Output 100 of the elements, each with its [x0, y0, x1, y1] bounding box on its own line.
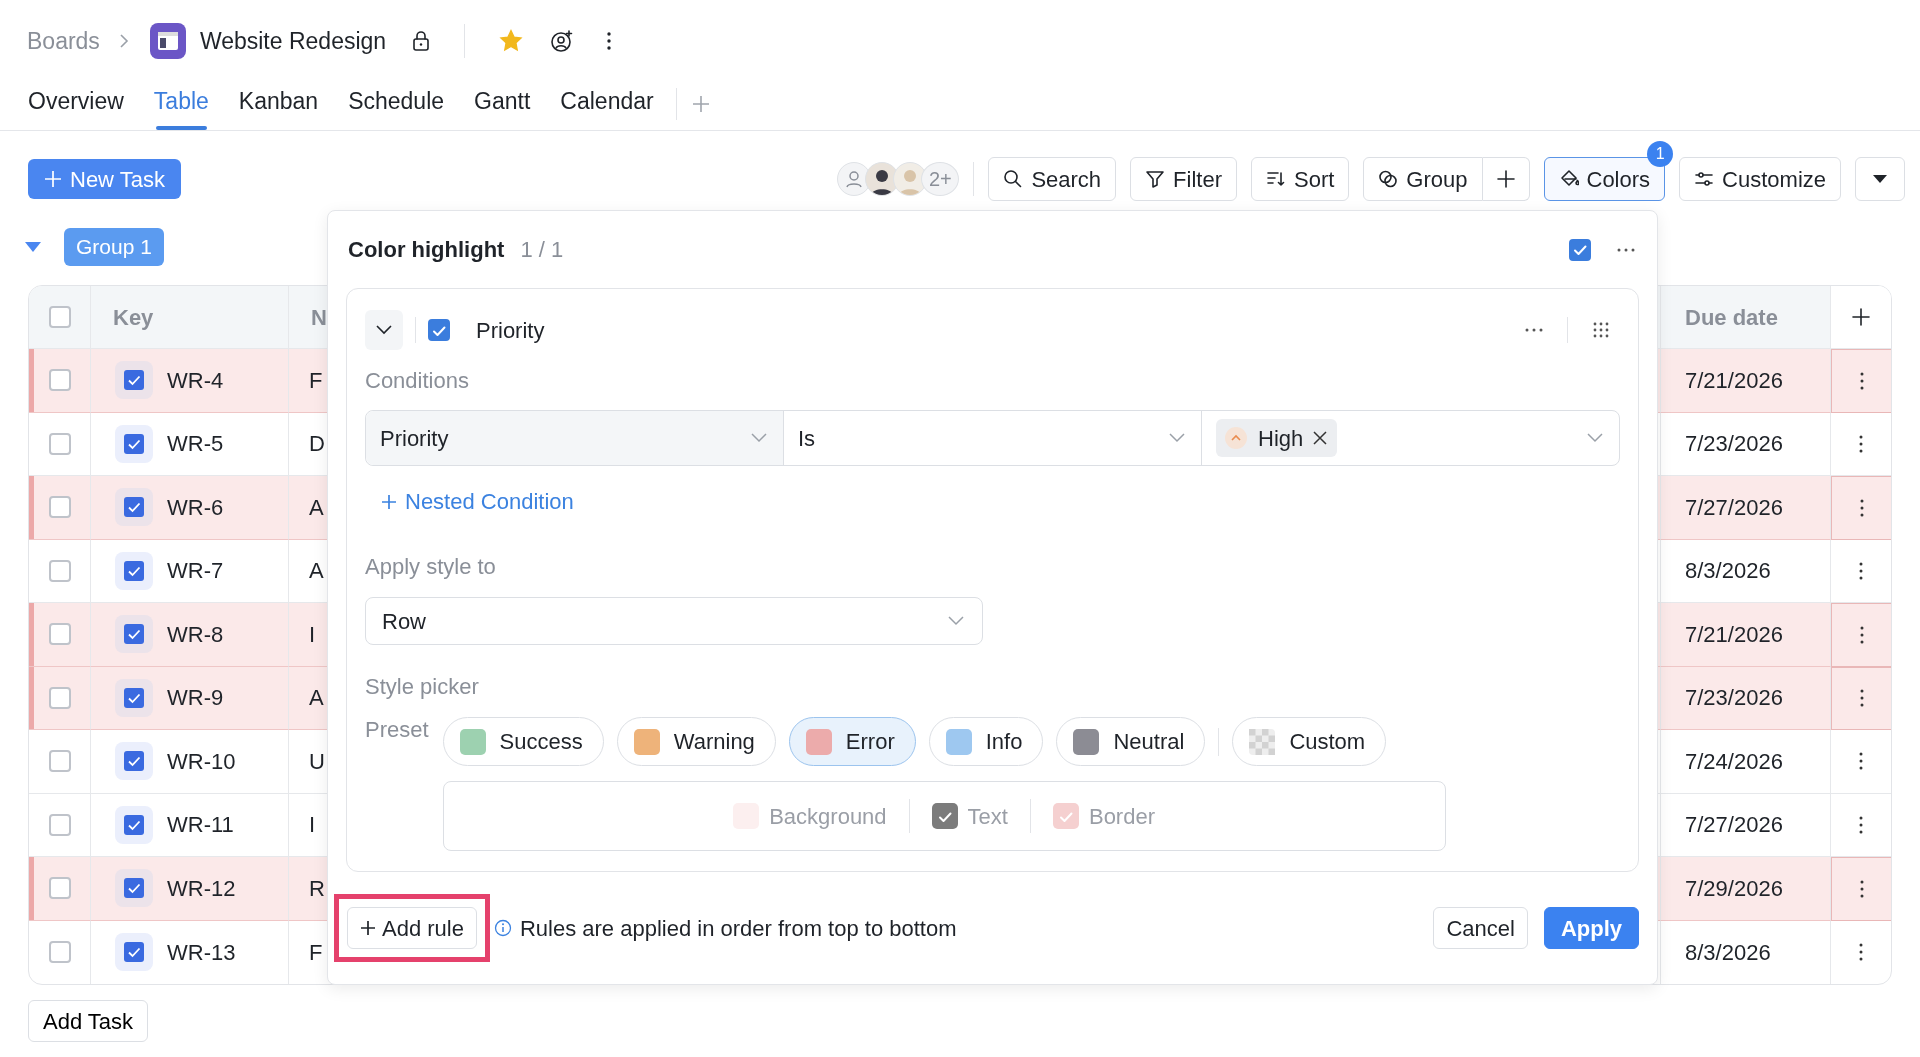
more-vertical-icon[interactable]	[1859, 561, 1863, 580]
user-add-icon[interactable]	[550, 29, 575, 53]
customize-button[interactable]: Customize	[1679, 157, 1841, 201]
checkered-swatch-icon	[1249, 728, 1276, 755]
more-horizontal-icon[interactable]	[1617, 247, 1635, 252]
preset-chip[interactable]: Custom	[1232, 717, 1387, 766]
apply-button[interactable]: Apply	[1543, 907, 1639, 949]
check-icon	[432, 323, 446, 337]
section-label: Apply style to	[365, 554, 497, 580]
more-vertical-icon[interactable]	[1859, 879, 1864, 898]
task-type-icon	[115, 678, 153, 717]
task-type-icon	[115, 869, 153, 908]
task-key[interactable]: WR-4	[167, 363, 224, 397]
checkbox[interactable]	[48, 623, 71, 646]
more-vertical-icon[interactable]	[1859, 752, 1863, 771]
tab[interactable]: Overview	[28, 83, 124, 130]
option-label: Background	[769, 802, 887, 831]
enable-checkbox[interactable]	[1569, 238, 1591, 261]
select-all-checkbox[interactable]	[48, 306, 71, 328]
table-cell-text: F	[309, 938, 323, 967]
cancel-button[interactable]: Cancel	[1433, 907, 1528, 949]
task-key[interactable]: WR-11	[167, 808, 234, 842]
task-type-icon	[115, 933, 153, 972]
sort-button[interactable]: Sort	[1251, 157, 1350, 201]
section-label: Style picker	[365, 674, 480, 700]
checkbox[interactable]	[48, 813, 71, 836]
table-cell-text: 7/24/2026	[1685, 747, 1783, 776]
task-key[interactable]: WR-9	[167, 681, 224, 715]
preset-chip[interactable]: Success	[442, 717, 604, 766]
preset-chip[interactable]: Info	[928, 717, 1044, 766]
drag-handle-icon[interactable]	[1592, 321, 1610, 339]
more-vertical-icon[interactable]	[606, 31, 613, 51]
search-button[interactable]: Search	[988, 157, 1117, 201]
paint-bucket-icon	[1558, 169, 1579, 189]
group-button[interactable]: Group	[1363, 157, 1483, 201]
add-button[interactable]	[1482, 157, 1530, 201]
star-icon[interactable]	[499, 29, 524, 53]
check-icon	[937, 809, 952, 823]
option-checkbox[interactable]	[931, 803, 958, 829]
rule-name: Priority	[476, 316, 545, 345]
new-task-button[interactable]: New Task	[28, 159, 181, 199]
tab[interactable]: Table	[153, 83, 209, 130]
checkbox[interactable]	[48, 877, 71, 900]
rule-checkbox[interactable]	[428, 319, 450, 341]
table-cell-text: I	[309, 811, 316, 840]
tab[interactable]: Schedule	[348, 83, 445, 130]
more-vertical-icon[interactable]	[1859, 434, 1863, 453]
filter-button[interactable]: Filter	[1130, 157, 1237, 201]
preset-chip[interactable]: Warning	[616, 717, 776, 766]
checkbox[interactable]	[48, 432, 71, 455]
checkbox[interactable]	[48, 559, 71, 582]
table-cell-text: A	[309, 493, 324, 522]
task-key[interactable]: WR-12	[167, 871, 236, 905]
popover-title: Color highlight	[348, 236, 505, 264]
checkbox[interactable]	[48, 686, 71, 709]
column-header: Key	[113, 303, 154, 332]
add-rule-button[interactable]: Add rule	[347, 907, 477, 949]
preset-chip[interactable]: Error	[788, 717, 916, 766]
task-key[interactable]: WR-8	[167, 617, 224, 651]
more-vertical-icon[interactable]	[1859, 689, 1864, 708]
table-cell-text: 7/21/2026	[1685, 620, 1783, 649]
table-cell-text: F	[309, 366, 323, 395]
user-icon	[844, 169, 865, 189]
apply-to-select[interactable]: Row	[365, 597, 983, 645]
task-key[interactable]: WR-7	[167, 554, 224, 588]
notification-badge: 1	[1647, 141, 1674, 167]
more-horizontal-icon[interactable]	[1525, 328, 1543, 332]
more-vertical-icon[interactable]	[1859, 625, 1864, 644]
option-label: Text	[967, 802, 1008, 831]
checkbox[interactable]	[48, 941, 71, 964]
nested-condition-link[interactable]: Nested Condition	[381, 489, 574, 515]
chevron-right-icon	[117, 33, 130, 49]
tab[interactable]: Gantt	[474, 83, 531, 130]
add-column-icon[interactable]	[1851, 307, 1871, 327]
caret-down-icon[interactable]	[24, 241, 42, 253]
checkbox[interactable]	[48, 750, 71, 773]
chevron-down-icon	[376, 325, 392, 335]
dropdown-button[interactable]	[1855, 157, 1905, 201]
task-key[interactable]: WR-5	[167, 427, 224, 461]
table-cell-text: 7/27/2026	[1685, 811, 1783, 840]
more-vertical-icon[interactable]	[1859, 371, 1864, 390]
task-key[interactable]: WR-10	[167, 744, 236, 778]
more-vertical-icon[interactable]	[1859, 498, 1864, 517]
checkbox[interactable]	[48, 496, 71, 519]
more-vertical-icon[interactable]	[1859, 943, 1863, 962]
tab[interactable]: Calendar	[560, 83, 654, 130]
checkbox[interactable]	[48, 369, 71, 392]
add-task-button[interactable]: Add Task	[28, 1000, 149, 1042]
more-vertical-icon[interactable]	[1859, 815, 1863, 834]
preset-chip[interactable]: Neutral	[1056, 717, 1206, 766]
task-key[interactable]: WR-6	[167, 490, 224, 524]
table-cell-text: 7/27/2026	[1685, 493, 1783, 522]
option-checkbox[interactable]	[1052, 803, 1079, 829]
check-icon	[1573, 243, 1587, 256]
table-cell-text: I	[309, 620, 316, 649]
section-label: Preset	[365, 717, 429, 744]
collapse-button[interactable]	[365, 310, 403, 350]
column-header: N	[311, 303, 327, 332]
tab[interactable]: Kanban	[238, 83, 319, 130]
task-key[interactable]: WR-13	[167, 935, 236, 969]
